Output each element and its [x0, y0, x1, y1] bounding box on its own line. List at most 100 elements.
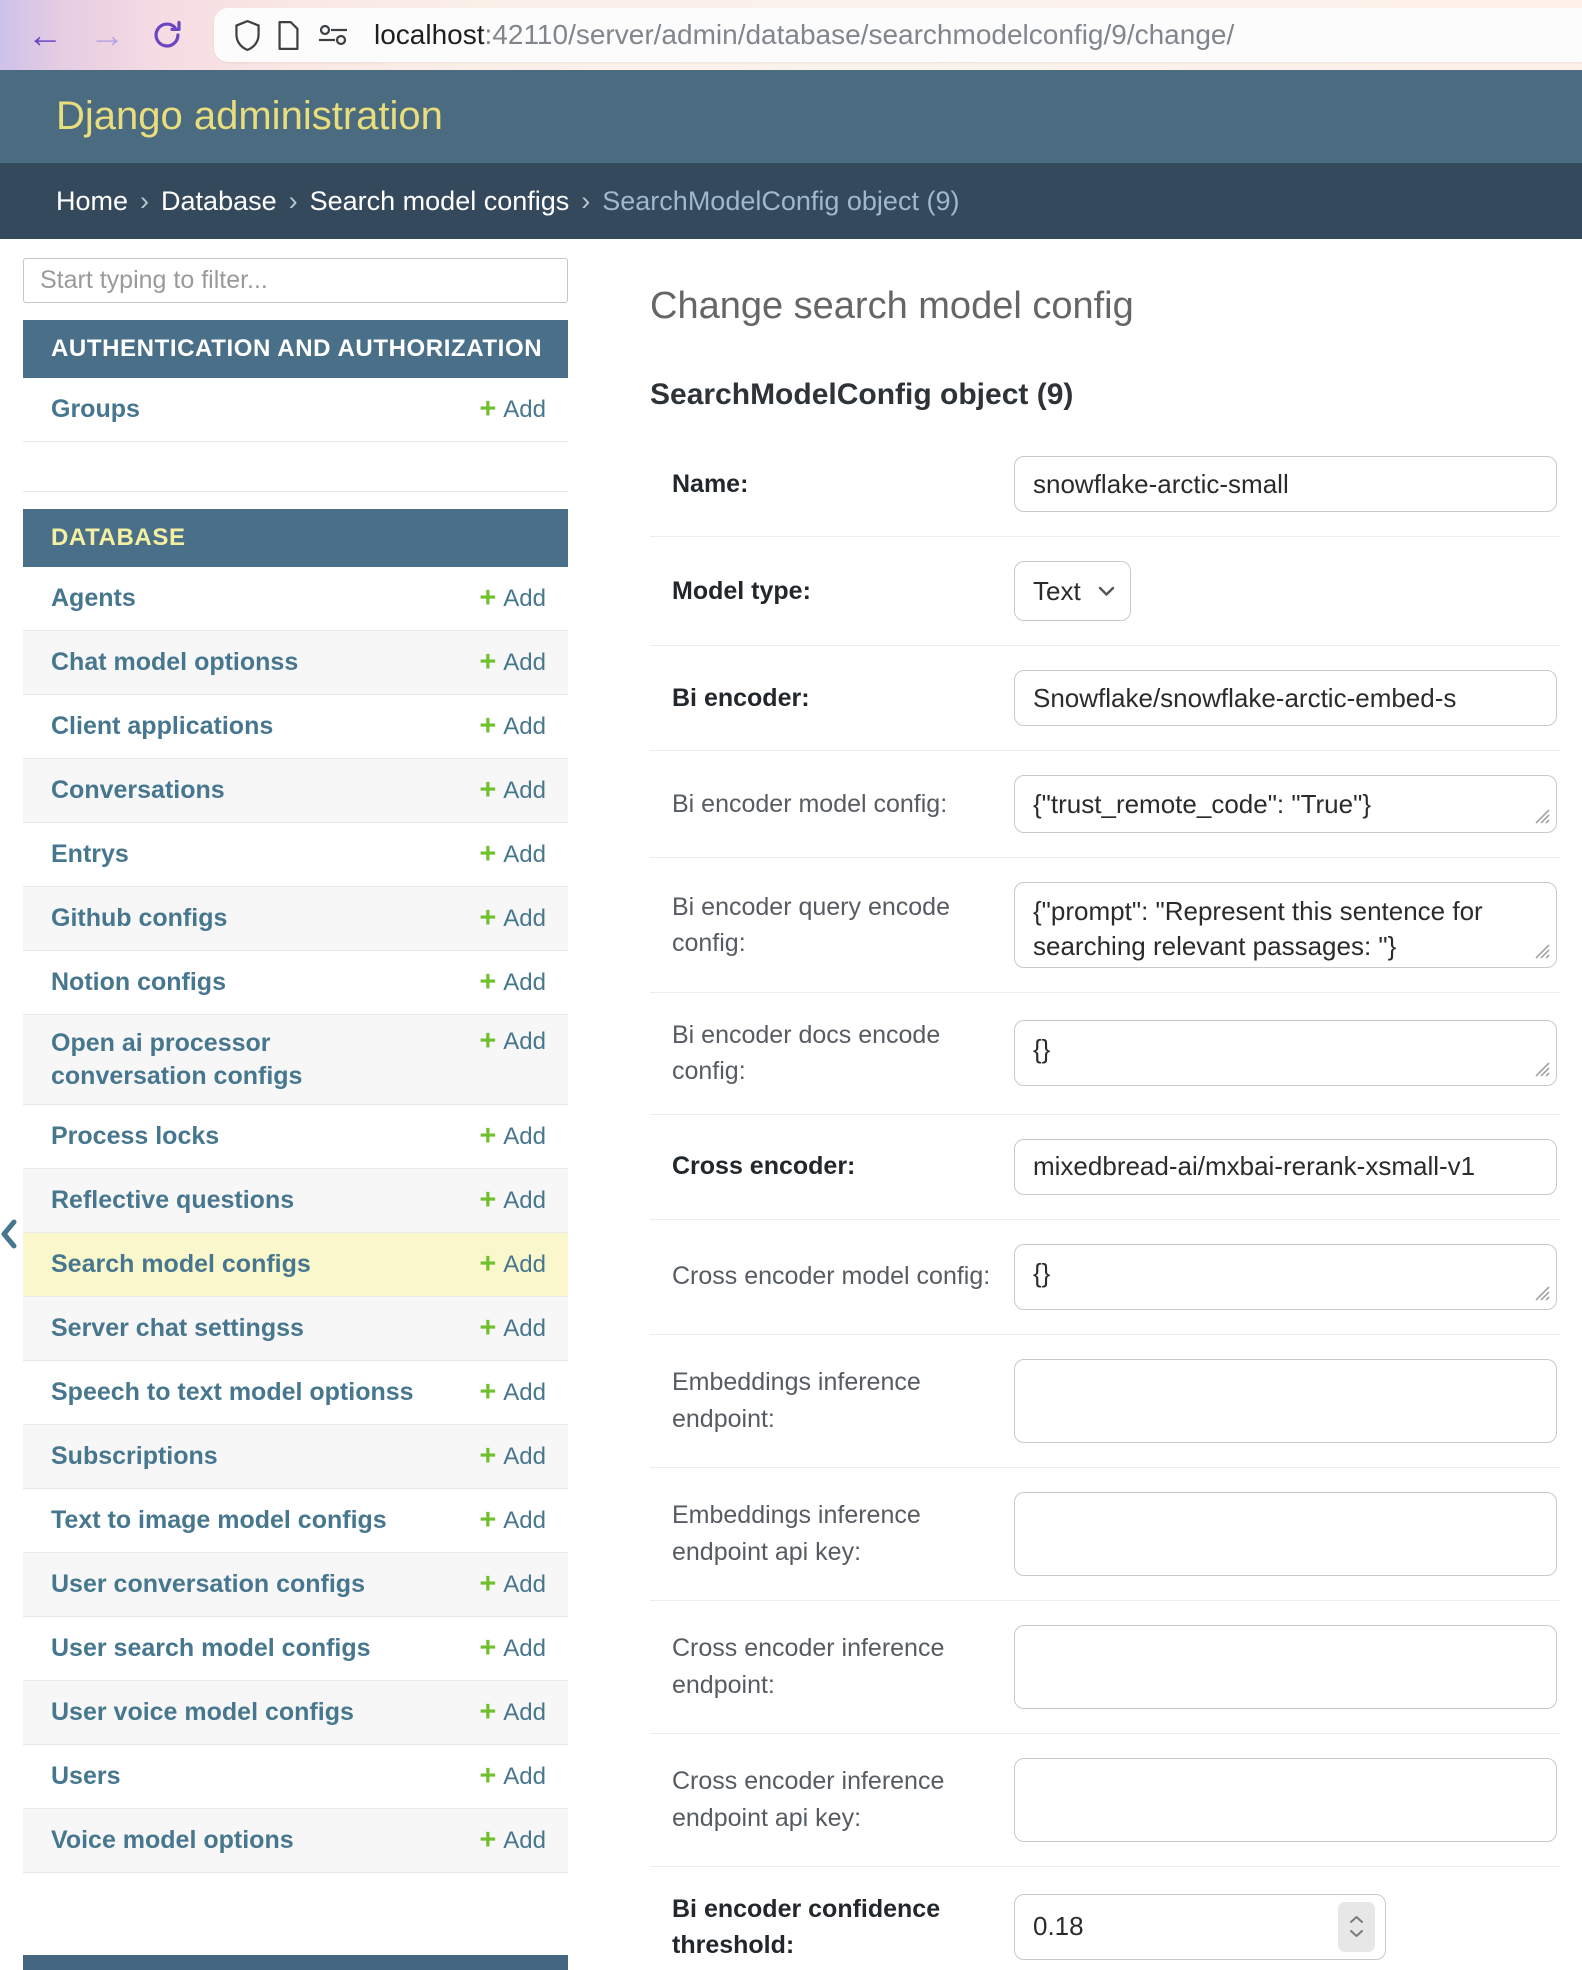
add-text-to-image-model-configs-button[interactable]: +Add	[479, 1506, 546, 1535]
bi-encoder-input[interactable]	[1014, 670, 1557, 726]
add-process-locks-button[interactable]: +Add	[479, 1122, 546, 1151]
resize-grip-icon[interactable]	[1532, 1059, 1550, 1077]
resize-grip-icon[interactable]	[1532, 806, 1550, 824]
sidebar-item-entrys[interactable]: Entrys +Add	[23, 823, 568, 887]
add-search-model-configs-button[interactable]: +Add	[479, 1250, 546, 1279]
cross-encoder-input[interactable]	[1014, 1139, 1557, 1195]
sidebar-item-label[interactable]: Reflective questions	[51, 1184, 294, 1217]
resize-grip-icon[interactable]	[1532, 1283, 1550, 1301]
name-input[interactable]	[1014, 456, 1557, 512]
forward-button[interactable]: →	[89, 17, 125, 53]
add-entrys-button[interactable]: +Add	[479, 840, 546, 869]
sidebar-item-label[interactable]: Notion configs	[51, 966, 226, 999]
sidebar-item-conversations[interactable]: Conversations +Add	[23, 759, 568, 823]
add-chat-model-optionss-button[interactable]: +Add	[479, 648, 546, 677]
sidebar-item-user-search-model-configs[interactable]: User search model configs +Add	[23, 1617, 568, 1681]
bi-encoder-confidence-threshold-input[interactable]	[1014, 1894, 1386, 1960]
back-button[interactable]: ←	[27, 17, 63, 53]
sidebar-filter-input[interactable]	[23, 258, 568, 303]
sidebar-item-label[interactable]: User search model configs	[51, 1632, 371, 1665]
sidebar-collapse-toggle[interactable]	[0, 1214, 20, 1254]
sidebar-item-label[interactable]: Agents	[51, 582, 136, 615]
sidebar-item-label[interactable]: Groups	[51, 393, 140, 426]
embeddings-inference-endpoint-input[interactable]	[1014, 1359, 1557, 1443]
add-groups-button[interactable]: +Add	[479, 395, 546, 424]
sidebar-item-user-conversation-configs[interactable]: User conversation configs +Add	[23, 1553, 568, 1617]
add-notion-configs-button[interactable]: +Add	[479, 968, 546, 997]
sidebar-item-label[interactable]: Users	[51, 1760, 121, 1793]
stepper-down-icon[interactable]	[1349, 1929, 1364, 1938]
breadcrumb: Home › Database › Search model configs ›…	[0, 163, 1582, 239]
bi-encoder-docs-encode-config-textarea[interactable]: {}	[1014, 1020, 1557, 1086]
sidebar-item-users[interactable]: Users +Add	[23, 1745, 568, 1809]
cross-encoder-inference-endpoint-api-key-input[interactable]	[1014, 1758, 1557, 1842]
sidebar-item-label[interactable]: User voice model configs	[51, 1696, 354, 1729]
sidebar-item-groups[interactable]: Groups +Add	[23, 378, 568, 442]
site-title[interactable]: Django administration	[56, 94, 443, 139]
add-subscriptions-button[interactable]: +Add	[479, 1442, 546, 1471]
sidebar-item-label[interactable]: Subscriptions	[51, 1440, 218, 1473]
sidebar-item-voice-model-options[interactable]: Voice model options +Add	[23, 1809, 568, 1873]
add-open-ai-processor-conversation-configs-button[interactable]: +Add	[479, 1027, 546, 1056]
sidebar-item-reflective-questions[interactable]: Reflective questions +Add	[23, 1169, 568, 1233]
sidebar-item-user-voice-model-configs[interactable]: User voice model configs +Add	[23, 1681, 568, 1745]
bi-encoder-query-encode-config-textarea[interactable]: {"prompt": "Represent this sentence for …	[1014, 882, 1557, 968]
add-user-conversation-configs-button[interactable]: +Add	[479, 1570, 546, 1599]
embeddings-inference-endpoint-api-key-input[interactable]	[1014, 1492, 1557, 1576]
sidebar-item-label[interactable]: Search model configs	[51, 1248, 311, 1281]
sidebar-item-label[interactable]: Client applications	[51, 710, 273, 743]
refresh-button[interactable]	[151, 19, 183, 51]
sidebar-item-label[interactable]: Text to image model configs	[51, 1504, 387, 1537]
url-bar[interactable]: localhost:42110/server/admin/database/se…	[214, 8, 1582, 62]
sidebar-item-label[interactable]: Chat model optionss	[51, 646, 298, 679]
cross-encoder-inference-endpoint-input[interactable]	[1014, 1625, 1557, 1709]
resize-grip-icon[interactable]	[1532, 941, 1550, 959]
sidebar-item-agents[interactable]: Agents +Add	[23, 567, 568, 631]
add-voice-model-options-button[interactable]: +Add	[479, 1826, 546, 1855]
sidebar-item-text-to-image-model-configs[interactable]: Text to image model configs +Add	[23, 1489, 568, 1553]
sidebar-item-notion-configs[interactable]: Notion configs +Add	[23, 951, 568, 1015]
add-users-button[interactable]: +Add	[479, 1762, 546, 1791]
sidebar-item-speech-to-text-model-optionss[interactable]: Speech to text model optionss +Add	[23, 1361, 568, 1425]
add-user-search-model-configs-button[interactable]: +Add	[479, 1634, 546, 1663]
add-label: Add	[503, 1123, 546, 1151]
sidebar-item-label[interactable]: Speech to text model optionss	[51, 1376, 414, 1409]
plus-icon: +	[479, 1027, 496, 1056]
sidebar-item-search-model-configs[interactable]: Search model configs +Add	[23, 1233, 568, 1297]
add-server-chat-settingss-button[interactable]: +Add	[479, 1314, 546, 1343]
sidebar-item-label[interactable]: Conversations	[51, 774, 225, 807]
add-github-configs-button[interactable]: +Add	[479, 904, 546, 933]
sidebar-item-label[interactable]: Process locks	[51, 1120, 219, 1153]
sidebar-item-label[interactable]: Github configs	[51, 902, 227, 935]
cross-encoder-label: Cross encoder:	[672, 1148, 1014, 1184]
sidebar-item-label[interactable]: User conversation configs	[51, 1568, 365, 1601]
add-agents-button[interactable]: +Add	[479, 584, 546, 613]
sidebar-item-open-ai-processor-conversation-configs[interactable]: Open ai processor conversation configs +…	[23, 1015, 568, 1105]
sidebar-item-process-locks[interactable]: Process locks +Add	[23, 1105, 568, 1169]
sidebar-item-chat-model-optionss[interactable]: Chat model optionss +Add	[23, 631, 568, 695]
breadcrumb-link-search-model-configs[interactable]: Search model configs	[310, 186, 570, 217]
sidebar-item-label[interactable]: Entrys	[51, 838, 129, 871]
model-type-select[interactable]: Text	[1014, 561, 1131, 621]
sidebar-item-label[interactable]: Server chat settingss	[51, 1312, 304, 1345]
breadcrumb-link-database[interactable]: Database	[161, 186, 277, 217]
url-text: localhost:42110/server/admin/database/se…	[374, 19, 1234, 51]
add-client-applications-button[interactable]: +Add	[479, 712, 546, 741]
site-settings-icon[interactable]	[316, 23, 350, 47]
sidebar-item-client-applications[interactable]: Client applications +Add	[23, 695, 568, 759]
sidebar-item-label[interactable]: Open ai processor conversation configs	[51, 1027, 421, 1092]
add-conversations-button[interactable]: +Add	[479, 776, 546, 805]
sidebar-item-subscriptions[interactable]: Subscriptions +Add	[23, 1425, 568, 1489]
stepper-up-icon[interactable]	[1349, 1915, 1364, 1924]
shield-icon[interactable]	[234, 20, 261, 51]
add-reflective-questions-button[interactable]: +Add	[479, 1186, 546, 1215]
add-speech-to-text-model-optionss-button[interactable]: +Add	[479, 1378, 546, 1407]
breadcrumb-link-home[interactable]: Home	[56, 186, 128, 217]
add-user-voice-model-configs-button[interactable]: +Add	[479, 1698, 546, 1727]
number-stepper[interactable]	[1338, 1902, 1375, 1952]
bi-encoder-model-config-textarea[interactable]: {"trust_remote_code": "True"}	[1014, 775, 1557, 833]
sidebar-item-label[interactable]: Voice model options	[51, 1824, 294, 1857]
cross-encoder-model-config-textarea[interactable]: {}	[1014, 1244, 1557, 1310]
sidebar-item-github-configs[interactable]: Github configs +Add	[23, 887, 568, 951]
sidebar-item-server-chat-settingss[interactable]: Server chat settingss +Add	[23, 1297, 568, 1361]
